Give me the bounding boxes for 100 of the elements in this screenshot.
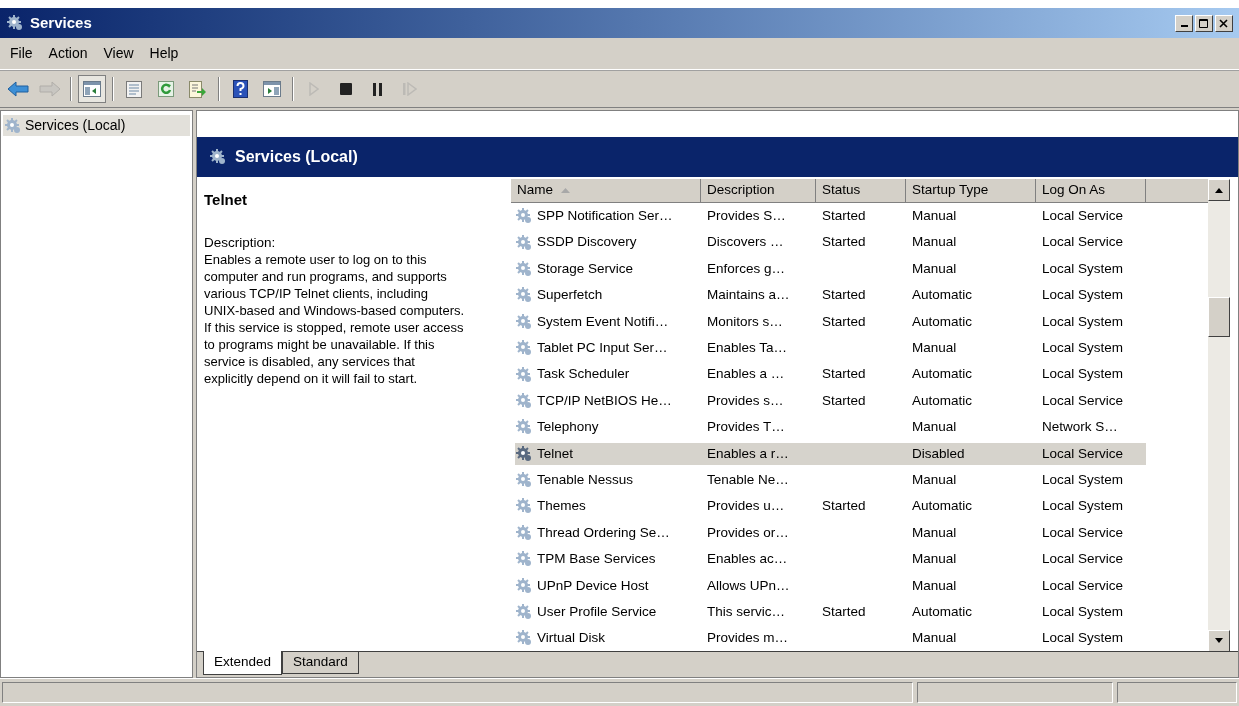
- table-cell-text: Maintains a…: [707, 286, 790, 305]
- scrollbar[interactable]: [1208, 179, 1230, 652]
- table-cell-text: Local System: [1042, 497, 1124, 516]
- table-row[interactable]: TCP/IP NetBIOS He… Provides s… Started Automatic Local Service: [507, 387, 1208, 415]
- menu-item[interactable]: View: [95, 43, 142, 64]
- gear-icon: [515, 312, 533, 331]
- close-button[interactable]: [1215, 14, 1233, 32]
- minimize-button[interactable]: [1175, 14, 1193, 32]
- gear-icon: [515, 391, 533, 410]
- table-cell-text: Manual: [912, 207, 957, 226]
- table-row[interactable]: UPnP Device Host Allows UPn… Manual Local Service: [507, 572, 1208, 599]
- table-row[interactable]: User Profile Service This servic… Started Automatic Local System: [507, 598, 1208, 626]
- gear-icon: [6, 14, 24, 32]
- table-cell-text: Started: [822, 312, 866, 331]
- maximize-button[interactable]: [1195, 14, 1213, 32]
- table-row[interactable]: Telephony Provides T… Manual Network S…: [507, 414, 1208, 441]
- table-cell-text: Started: [822, 365, 866, 384]
- table-cell-text: Manual: [912, 259, 957, 278]
- table-cell-text: Local Service: [1042, 576, 1124, 595]
- gear-icon: [515, 444, 533, 463]
- table-row[interactable]: Tablet PC Input Ser… Enables Ta… Manual Local System: [507, 334, 1208, 362]
- table-cell-text: Provides s…: [707, 391, 784, 410]
- gear-icon: [209, 148, 227, 166]
- table-cell-text: Manual: [912, 470, 957, 489]
- menu-item[interactable]: File: [2, 43, 41, 64]
- maximize-icon: [1199, 18, 1209, 28]
- document-icon: [126, 80, 142, 98]
- column-header[interactable]: Name: [511, 179, 701, 203]
- table-cell-text: Local Service: [1042, 444, 1124, 463]
- table-cell-text: Local System: [1042, 259, 1124, 278]
- table-row[interactable]: Task Scheduler Enables a … Started Automatic Local System: [507, 361, 1208, 388]
- sort-arrow-icon: [561, 188, 570, 193]
- table-cell-text: System Event Notifi…: [536, 312, 669, 331]
- table-cell-text: UPnP Device Host: [536, 576, 649, 595]
- table-cell-text: Manual: [912, 629, 957, 648]
- table-cell-text: Manual: [912, 339, 957, 357]
- scroll-up-button[interactable]: [1208, 179, 1230, 201]
- help-icon: [232, 80, 248, 98]
- table-cell-text: Local Service: [1042, 550, 1124, 569]
- table-row[interactable]: Storage Service Enforces g… Manual Local System: [507, 255, 1208, 283]
- table-cell-text: Manual: [912, 523, 957, 542]
- gear-icon: [515, 259, 533, 278]
- view-tab[interactable]: Extended: [203, 651, 283, 675]
- pane-title: Services (Local): [235, 147, 358, 167]
- scroll-thumb[interactable]: [1208, 297, 1230, 338]
- table-row[interactable]: Telnet Enables a r… Disabled Local Service: [507, 440, 1208, 467]
- minimize-icon: [1180, 25, 1188, 27]
- table-row[interactable]: System Event Notifi… Monitors s… Started Automatic Local System: [507, 308, 1208, 335]
- table-cell-text: Started: [822, 602, 866, 621]
- table-row[interactable]: Tenable Nessus Tenable Ne… Manual Local System: [507, 466, 1208, 494]
- description-text: Enables a remote user to log on to this computer and run programs, and supports various TCP/IP Telnet clients, including UNIX-based and Windows-based computers. If this service is stopped, remote user access to programs might be unavailable. If this service is disabled, any services that explicitly depend on it will fail to start.: [204, 250, 466, 387]
- table-cell-text: Local System: [1042, 339, 1124, 357]
- gear-icon: [515, 629, 533, 648]
- scroll-down-button[interactable]: [1208, 629, 1230, 652]
- play-icon: [309, 82, 319, 96]
- column-header[interactable]: Log On As: [1036, 179, 1146, 203]
- table-cell-text: Local Service: [1042, 523, 1124, 542]
- table-cell-text: Local System: [1042, 602, 1124, 621]
- table-cell-text: Automatic: [912, 391, 973, 410]
- column-header[interactable]: Description: [701, 179, 816, 203]
- table-cell-text: Enables Ta…: [707, 339, 788, 357]
- column-header[interactable]: Status: [816, 179, 906, 203]
- menu-item[interactable]: Action: [40, 43, 96, 64]
- table-row[interactable]: TPM Base Services Enables ac… Manual Local Service: [507, 546, 1208, 573]
- gear-icon: [515, 603, 533, 622]
- table-cell-text: Local System: [1042, 286, 1124, 305]
- table-cell-text: Local Service: [1042, 233, 1124, 252]
- table-cell-text: Discovers …: [707, 233, 784, 252]
- table-cell-text: Started: [822, 207, 866, 226]
- table-cell-text: Provides T…: [707, 418, 785, 437]
- table-row[interactable]: Thread Ordering Se… Provides or… Manual Local Service: [507, 519, 1208, 547]
- refresh-icon: [158, 81, 174, 97]
- table-cell-text: Automatic: [912, 365, 973, 384]
- gear-icon: [515, 550, 533, 569]
- table-cell-text: Local System: [1042, 365, 1124, 384]
- table-row[interactable]: Superfetch Maintains a… Started Automatic Local System: [507, 282, 1208, 309]
- table-cell-text: Virtual Disk: [536, 629, 606, 648]
- view-tab[interactable]: Standard: [282, 652, 359, 674]
- table-cell-text: TPM Base Services: [536, 550, 656, 569]
- table-cell-text: Disabled: [912, 444, 965, 463]
- table-row[interactable]: Virtual Disk Provides m… Manual Local System: [507, 625, 1208, 652]
- table-cell-text: Task Scheduler: [536, 365, 630, 384]
- table-cell-text: Telephony: [536, 418, 599, 437]
- table-cell-text: Network S…: [1042, 418, 1118, 437]
- tree-item[interactable]: Services (Local): [3, 115, 190, 136]
- table-cell-text: Local System: [1042, 629, 1124, 648]
- menu-item[interactable]: Help: [141, 43, 187, 64]
- column-header[interactable]: Startup Type: [906, 179, 1036, 203]
- table-cell-text: Provides S…: [707, 207, 786, 226]
- table-cell-text: Enables a r…: [707, 444, 789, 463]
- table-row[interactable]: Themes Provides u… Started Automatic Local System: [507, 493, 1208, 520]
- table-cell-text: Provides u…: [707, 497, 785, 516]
- table-row[interactable]: SSDP Discovery Discovers … Started Manual Local Service: [507, 229, 1208, 256]
- table-row[interactable]: SPP Notification Ser… Provides S… Started Manual Local Service: [507, 203, 1208, 230]
- stop-icon: [340, 83, 352, 95]
- table-cell-text: Automatic: [912, 312, 973, 331]
- table-cell-text: Telnet: [536, 444, 574, 463]
- table-cell-text: Tenable Nessus: [536, 470, 634, 489]
- column-header: [1146, 179, 1208, 203]
- pause-icon: [373, 82, 383, 96]
